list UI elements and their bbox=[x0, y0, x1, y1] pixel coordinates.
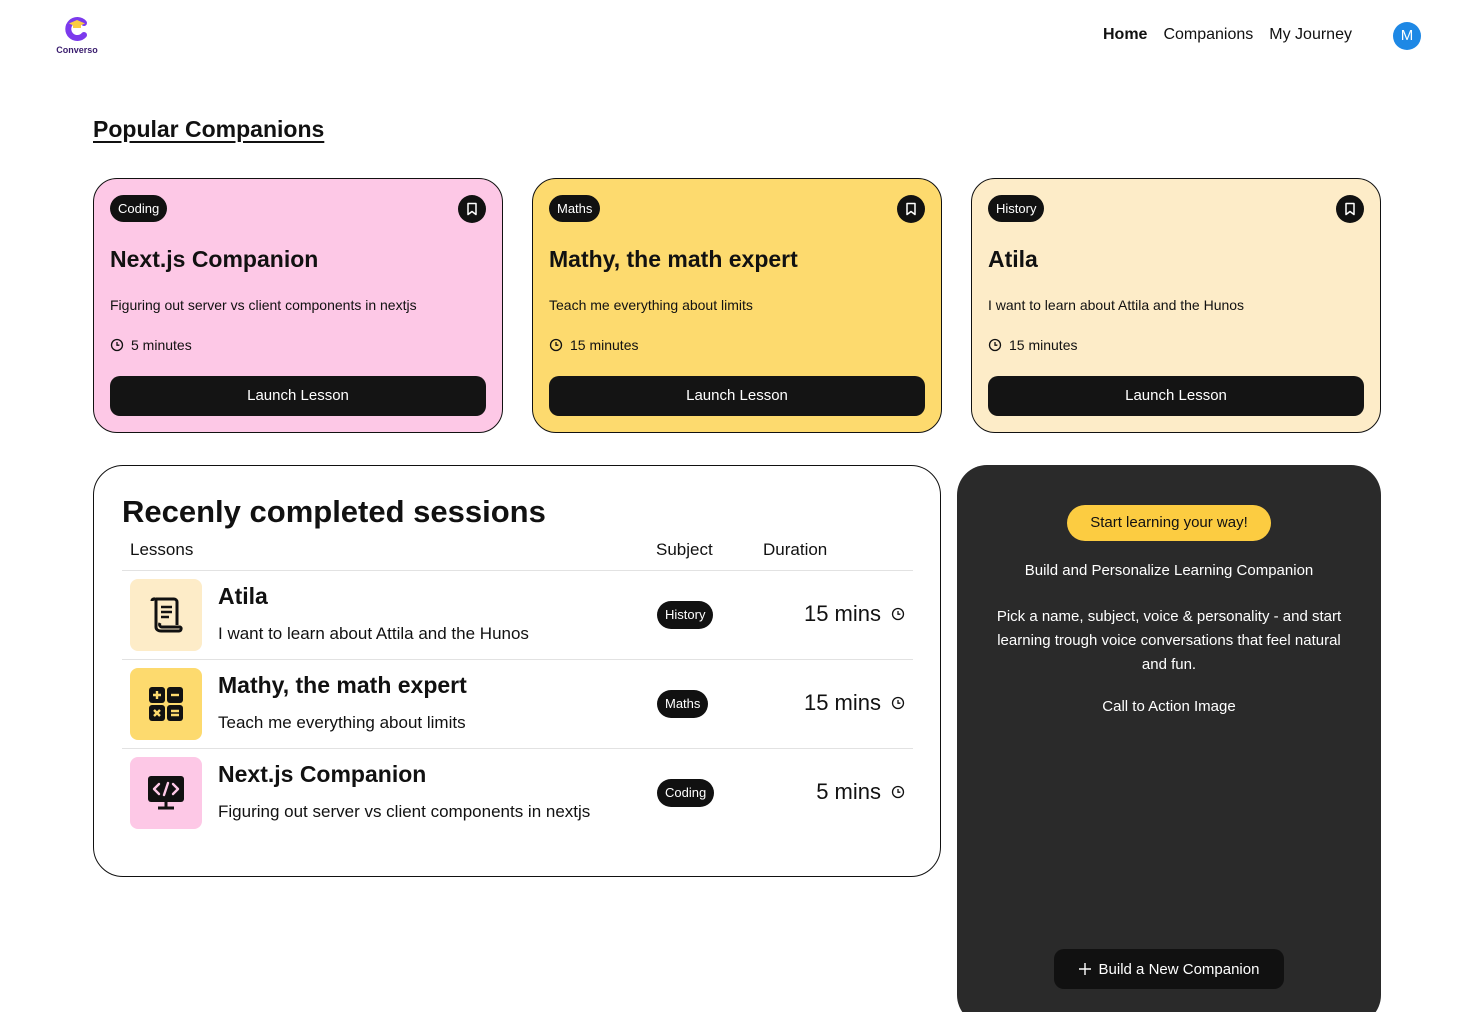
companion-name: Mathy, the math expert bbox=[549, 246, 798, 272]
session-icon-box bbox=[130, 668, 202, 740]
session-name: Atila bbox=[218, 583, 268, 609]
session-name: Next.js Companion bbox=[218, 761, 427, 787]
session-icon-box bbox=[130, 757, 202, 829]
clock-icon bbox=[891, 785, 905, 799]
nav-companions[interactable]: Companions bbox=[1163, 26, 1253, 44]
bookmark-button[interactable] bbox=[1336, 195, 1364, 223]
companion-duration: 5 minutes bbox=[110, 337, 192, 353]
session-row[interactable]: Next.js Companion Figuring out server vs… bbox=[122, 748, 913, 837]
session-topic: Teach me everything about limits bbox=[218, 713, 466, 732]
session-topic: Figuring out server vs client components… bbox=[218, 802, 591, 821]
logo[interactable]: Converso bbox=[55, 14, 99, 58]
launch-lesson-button[interactable]: Launch Lesson bbox=[549, 376, 925, 416]
clock-icon bbox=[988, 338, 1002, 352]
session-duration: 15 mins bbox=[804, 690, 905, 716]
nav-links: Home Companions My Journey bbox=[1103, 26, 1352, 44]
session-name: Mathy, the math expert bbox=[218, 672, 467, 698]
converso-logo-icon bbox=[65, 17, 87, 41]
companion-card: History Atila I want to learn about Atti… bbox=[971, 178, 1381, 433]
companion-card: Maths Mathy, the math expert Teach me ev… bbox=[532, 178, 942, 433]
clock-icon bbox=[891, 696, 905, 710]
cta-description: Pick a name, subject, voice & personalit… bbox=[996, 608, 1342, 673]
build-new-companion-label: Build a New Companion bbox=[1098, 960, 1260, 978]
companion-name: Atila bbox=[988, 246, 1038, 272]
recent-sessions-panel: Recenly completed sessions Lessons Subje… bbox=[93, 465, 941, 877]
avatar[interactable]: M bbox=[1393, 22, 1421, 50]
logo-text: Converso bbox=[56, 45, 98, 55]
bookmark-icon bbox=[906, 202, 916, 216]
duration-text: 5 minutes bbox=[131, 337, 192, 353]
duration-text: 15 mins bbox=[803, 690, 881, 715]
section-title-popular: Popular Companions bbox=[93, 116, 325, 142]
companion-card: Coding Next.js Companion Figuring out se… bbox=[93, 178, 503, 433]
subject-badge: History bbox=[988, 195, 1045, 222]
nav-my-journey[interactable]: My Journey bbox=[1269, 26, 1352, 44]
companion-topic: I want to learn about Attila and the Hun… bbox=[988, 297, 1245, 313]
companion-duration: 15 minutes bbox=[988, 337, 1077, 353]
bookmark-icon bbox=[467, 202, 477, 216]
column-header-subject: Subject bbox=[656, 540, 713, 559]
launch-lesson-button[interactable]: Launch Lesson bbox=[988, 376, 1364, 416]
duration-text: 5 mins bbox=[816, 779, 881, 804]
subject-badge: History bbox=[657, 601, 714, 629]
session-topic: I want to learn about Attila and the Hun… bbox=[218, 624, 529, 643]
nav-home[interactable]: Home bbox=[1103, 26, 1147, 44]
plus-icon bbox=[1078, 963, 1091, 975]
subject-badge: Coding bbox=[110, 195, 168, 222]
subject-badge: Maths bbox=[657, 690, 709, 718]
companion-topic: Teach me everything about limits bbox=[549, 297, 753, 313]
navbar: Converso Home Companions My Journey M bbox=[0, 0, 1473, 72]
duration-text: 15 mins bbox=[803, 601, 881, 626]
companion-topic: Figuring out server vs client components… bbox=[110, 297, 417, 313]
cta-image: Call to Action Image bbox=[1102, 698, 1236, 715]
launch-lesson-button[interactable]: Launch Lesson bbox=[110, 376, 486, 416]
build-new-companion-button[interactable]: Build a New Companion bbox=[1054, 949, 1284, 989]
subject-badge: Coding bbox=[657, 779, 715, 807]
subject-badge: Maths bbox=[549, 195, 601, 222]
recent-sessions-title: Recenly completed sessions bbox=[122, 494, 546, 529]
column-header-lessons: Lessons bbox=[130, 540, 194, 559]
session-icon-box bbox=[130, 579, 202, 651]
clock-icon bbox=[549, 338, 563, 352]
session-duration: 5 mins bbox=[816, 779, 905, 805]
scroll-icon bbox=[150, 597, 183, 633]
companion-duration: 15 minutes bbox=[549, 337, 638, 353]
clock-icon bbox=[110, 338, 124, 352]
calculator-icon bbox=[149, 687, 183, 721]
bookmark-button[interactable] bbox=[458, 195, 486, 223]
duration-text: 15 minutes bbox=[1009, 337, 1078, 353]
duration-text: 15 minutes bbox=[570, 337, 639, 353]
bookmark-button[interactable] bbox=[897, 195, 925, 223]
cta-heading: Build and Personalize Learning Companion bbox=[1024, 562, 1314, 579]
code-monitor-icon bbox=[148, 776, 184, 810]
bookmark-icon bbox=[1345, 202, 1355, 216]
column-header-duration: Duration bbox=[763, 540, 828, 559]
session-row[interactable]: Mathy, the math expert Teach me everythi… bbox=[122, 659, 913, 748]
session-duration: 15 mins bbox=[804, 601, 905, 627]
session-row[interactable]: Atila I want to learn about Attila and t… bbox=[122, 570, 913, 659]
cta-pill: Start learning your way! bbox=[1067, 505, 1271, 541]
clock-icon bbox=[891, 607, 905, 621]
companion-name: Next.js Companion bbox=[110, 246, 319, 272]
cta-panel: Start learning your way! Build and Perso… bbox=[957, 465, 1381, 1012]
